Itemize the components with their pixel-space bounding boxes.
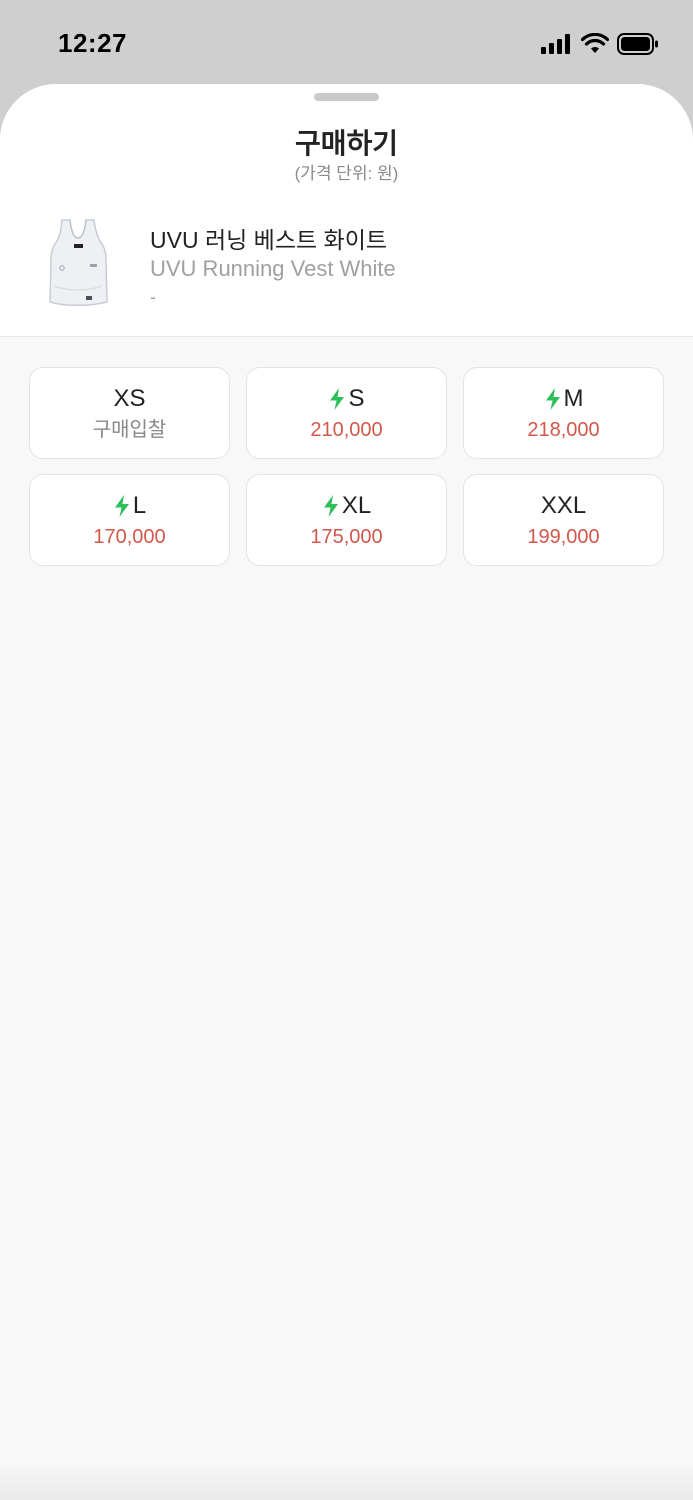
size-option-s[interactable]: S 210,000 xyxy=(246,367,447,459)
status-time: 12:27 xyxy=(58,28,127,58)
size-price: 170,000 xyxy=(93,525,166,548)
size-grid: XS 구매입찰 S 210,000 M 218,000 L 170,000 XL… xyxy=(29,367,665,566)
size-price: 218,000 xyxy=(527,418,600,441)
bolt-icon xyxy=(114,494,129,517)
size-price: 175,000 xyxy=(310,525,383,548)
size-option-xxl[interactable]: XXL 199,000 xyxy=(463,474,664,566)
sheet-header: 구매하기 (가격 단위: 원) UVU 러닝 베스트 화이트 UVU Runni… xyxy=(0,84,693,337)
size-option-l[interactable]: L 170,000 xyxy=(29,474,230,566)
size-label: XS xyxy=(113,384,146,412)
bolt-icon xyxy=(545,387,560,410)
wifi-icon xyxy=(581,33,609,53)
size-price: 구매입찰 xyxy=(92,418,167,441)
sheet-title: 구매하기 xyxy=(294,128,399,159)
bottom-shade xyxy=(0,1460,693,1500)
status-icons xyxy=(541,32,659,56)
price-unit-note: (가격 단위: 원) xyxy=(294,164,399,183)
sheet-grabber[interactable] xyxy=(314,93,379,101)
size-option-m[interactable]: M 218,000 xyxy=(463,367,664,459)
status-bar: 12:27 xyxy=(0,0,693,84)
product-name-ko: UVU 러닝 베스트 화이트 xyxy=(150,227,388,253)
size-label: M xyxy=(563,384,584,412)
size-price: 199,000 xyxy=(527,525,600,548)
product-name-en: UVU Running Vest White xyxy=(150,256,396,281)
purchase-sheet: 구매하기 (가격 단위: 원) UVU 러닝 베스트 화이트 UVU Runni… xyxy=(0,84,693,1500)
product-option: - xyxy=(150,287,156,307)
bolt-icon xyxy=(330,387,345,410)
bolt-icon xyxy=(323,494,338,517)
size-option-xs[interactable]: XS 구매입찰 xyxy=(29,367,230,459)
battery-icon xyxy=(617,33,658,55)
size-label: S xyxy=(348,384,365,412)
size-price: 210,000 xyxy=(310,418,383,441)
size-option-xl[interactable]: XL 175,000 xyxy=(246,474,447,566)
product-image xyxy=(49,219,108,306)
size-label: XXL xyxy=(540,491,587,519)
signal-icon xyxy=(541,34,570,54)
size-label: L xyxy=(132,491,147,519)
size-label: XL xyxy=(341,491,372,519)
